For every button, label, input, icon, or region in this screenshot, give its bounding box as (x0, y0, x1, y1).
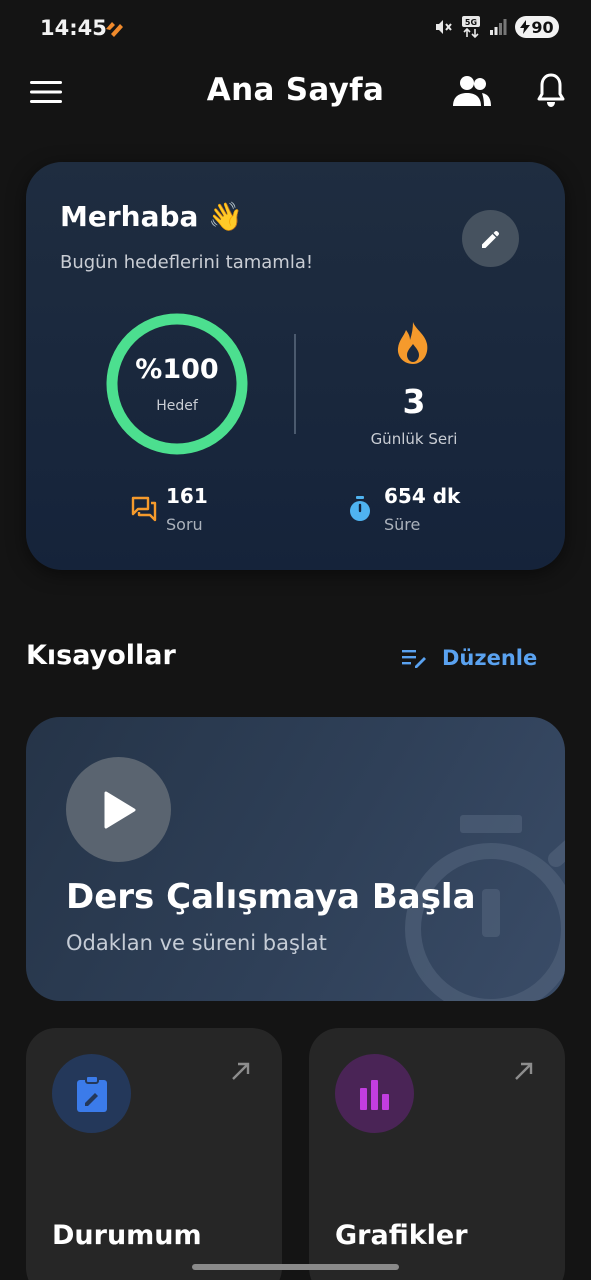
charts-icon-badge (335, 1054, 414, 1133)
questions-label: Soru (166, 515, 203, 534)
people-icon[interactable] (452, 74, 492, 108)
play-button[interactable] (66, 757, 171, 862)
study-subtitle: Odaklan ve süreni başlat (66, 931, 327, 955)
goal-value: %100 (135, 354, 219, 385)
status-bar: 14:45 5G 90 (0, 0, 591, 58)
status-card-title: Durumum (52, 1220, 202, 1251)
top-bar: Ana Sayfa (0, 58, 591, 128)
svg-text:5G: 5G (465, 18, 477, 27)
signal-icon (490, 19, 507, 35)
forum-icon (131, 496, 157, 522)
charts-card-title: Grafikler (335, 1220, 468, 1251)
duration-value: 654 dk (384, 484, 461, 508)
notification-bell-icon[interactable] (536, 72, 566, 108)
open-arrow-icon (232, 1062, 250, 1080)
goal-label: Hedef (156, 398, 198, 414)
edit-list-icon (402, 650, 426, 668)
page-title: Ana Sayfa (206, 72, 385, 108)
battery-indicator: 90 (515, 16, 559, 38)
streak-label: Günlük Seri (370, 430, 458, 448)
battery-level: 90 (531, 17, 554, 37)
streak-value: 3 (402, 382, 426, 421)
pencil-icon (481, 230, 499, 248)
app-notification-icon (106, 22, 123, 37)
status-icons: 5G 90 (433, 16, 559, 38)
clipboard-edit-icon (76, 1074, 107, 1112)
shortcuts-title: Kısayollar (26, 640, 176, 671)
duration-label: Süre (384, 515, 421, 534)
edit-shortcuts-button[interactable]: Düzenle (402, 646, 537, 670)
bar-chart-icon (359, 1079, 389, 1110)
mute-icon (436, 20, 452, 34)
edit-profile-button[interactable] (462, 210, 519, 267)
status-card[interactable]: Durumum (26, 1028, 282, 1280)
timer-icon (350, 496, 370, 521)
stats-divider (294, 334, 296, 434)
study-title: Ders Çalışmaya Başla (66, 877, 476, 917)
flame-icon (397, 322, 428, 364)
charts-card[interactable]: Grafikler (309, 1028, 565, 1280)
greeting-title: Merhaba 👋 (60, 200, 244, 233)
play-icon (104, 791, 135, 828)
network-5g-icon: 5G (462, 16, 480, 38)
questions-value: 161 (166, 484, 208, 508)
status-time: 14:45 (40, 16, 107, 40)
home-indicator (192, 1264, 399, 1270)
charging-icon (520, 20, 531, 34)
greeting-subtitle: Bugün hedeflerini tamamla! (60, 252, 314, 273)
edit-shortcuts-label: Düzenle (442, 646, 538, 670)
status-icon-badge (52, 1054, 131, 1133)
greeting-card: Merhaba 👋 Bugün hedeflerini tamamla! %10… (26, 162, 565, 570)
open-arrow-icon (515, 1062, 533, 1080)
start-study-card[interactable]: Ders Çalışmaya Başla Odaklan ve süreni b… (26, 717, 565, 1001)
